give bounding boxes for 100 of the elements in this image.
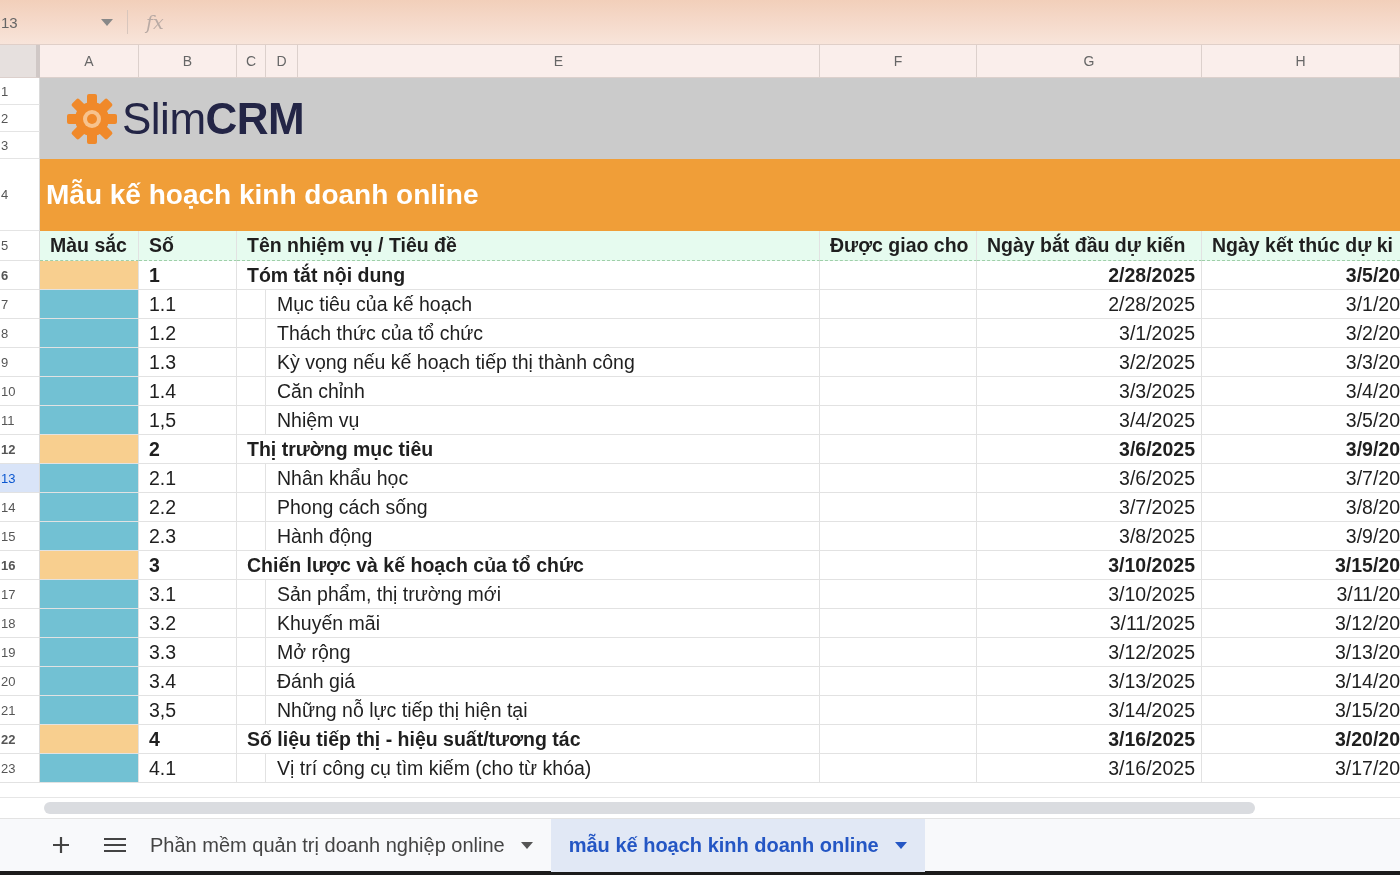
empty-cell	[237, 609, 266, 638]
row-header[interactable]: 12	[0, 435, 40, 464]
table-cell: Thị trường mục tiêu	[237, 435, 820, 464]
caret-icon	[520, 841, 533, 849]
sheet-tab[interactable]: mẫu kế hoạch kinh doanh online	[550, 818, 925, 872]
row-header[interactable]: 5	[0, 231, 40, 261]
table-cell: Khuyến mãi	[266, 609, 820, 638]
empty-cell	[237, 754, 266, 783]
table-cell: Nhiệm vụ	[266, 406, 820, 435]
table-cell: 3/20/20	[1202, 725, 1400, 754]
table-cell: 3/9/20	[1202, 435, 1400, 464]
row-header[interactable]: 10	[0, 377, 40, 406]
plus-icon	[52, 836, 70, 854]
table-cell: 3/16/2025	[977, 754, 1202, 783]
table-cell: 3/11/2025	[977, 609, 1202, 638]
empty-cell	[237, 522, 266, 551]
table-cell: 3/11/20	[1202, 580, 1400, 609]
row-header[interactable]: 15	[0, 522, 40, 551]
row-header[interactable]: 13	[0, 464, 40, 493]
table-cell: 3.2	[139, 609, 237, 638]
table-cell: 3/17/20	[1202, 754, 1400, 783]
row-header[interactable]: 6	[0, 261, 40, 290]
empty-cell	[237, 580, 266, 609]
sheet-title: Mẫu kế hoạch kinh doanh online	[46, 179, 479, 211]
row-header[interactable]: 23	[0, 754, 40, 783]
empty-cell	[237, 696, 266, 725]
table-cell: 3	[139, 551, 237, 580]
row-header[interactable]: 11	[0, 406, 40, 435]
empty-cell	[237, 377, 266, 406]
table-cell: 3/1/2025	[977, 319, 1202, 348]
row-header[interactable]: 17	[0, 580, 40, 609]
table-cell: 2.1	[139, 464, 237, 493]
row-header[interactable]: 9	[0, 348, 40, 377]
header-cell: Được giao cho	[820, 231, 977, 261]
name-box[interactable]: 13	[0, 10, 128, 34]
table-cell: 3,5	[139, 696, 237, 725]
row-header[interactable]: 3	[0, 132, 40, 159]
row-header[interactable]: 21	[0, 696, 40, 725]
menu-icon	[104, 837, 126, 853]
gear-icon	[66, 92, 118, 145]
row-header[interactable]: 19	[0, 638, 40, 667]
header-cell: Ngày kết thúc dự ki	[1202, 231, 1400, 261]
table-cell: 3/2/20	[1202, 319, 1400, 348]
header-cell: Tên nhiệm vụ / Tiêu đề	[237, 231, 820, 261]
table-cell: 3/14/20	[1202, 667, 1400, 696]
row-header[interactable]: 1	[0, 78, 40, 105]
sheet-tab[interactable]: Phần mềm quản trị doanh nghiệp online	[132, 818, 551, 872]
row-header[interactable]: 16	[0, 551, 40, 580]
empty-cell	[237, 348, 266, 377]
table-cell: 2	[139, 435, 237, 464]
table-cell: 4.1	[139, 754, 237, 783]
row-header[interactable]: 22	[0, 725, 40, 754]
table-cell: 3/13/20	[1202, 638, 1400, 667]
table-cell: 3/7/2025	[977, 493, 1202, 522]
table-cell: 3/13/2025	[977, 667, 1202, 696]
table-cell: 2/28/2025	[977, 261, 1202, 290]
table-cell: 3/4/2025	[977, 406, 1202, 435]
table-cell: 3/15/20	[1202, 551, 1400, 580]
empty-cell	[237, 464, 266, 493]
table-cell: 2/28/2025	[977, 290, 1202, 319]
table-cell: 1.1	[139, 290, 237, 319]
table-cell: 3/14/2025	[977, 696, 1202, 725]
table-cell: 3.1	[139, 580, 237, 609]
table-cell: 3/16/2025	[977, 725, 1202, 754]
row-header[interactable]: 14	[0, 493, 40, 522]
table-cell: Mục tiêu của kế hoạch	[266, 290, 820, 319]
table-cell: 3.3	[139, 638, 237, 667]
table-cell: Vị trí công cụ tìm kiếm (cho từ khóa)	[266, 754, 820, 783]
empty-cell	[237, 493, 266, 522]
row-header[interactable]: 8	[0, 319, 40, 348]
table-cell: 3/6/2025	[977, 464, 1202, 493]
table-cell: 3/8/20	[1202, 493, 1400, 522]
table-cell: Chiến lược và kế hoạch của tổ chức	[237, 551, 820, 580]
row-header[interactable]: 20	[0, 667, 40, 696]
empty-cell	[237, 290, 266, 319]
scrollbar-thumb[interactable]	[44, 802, 1255, 814]
table-cell: Mở rộng	[266, 638, 820, 667]
table-cell: 3/9/20	[1202, 522, 1400, 551]
caret-icon	[101, 18, 113, 26]
table-cell: 3/12/2025	[977, 638, 1202, 667]
row-header[interactable]: 4	[0, 159, 40, 231]
table-cell: Số liệu tiếp thị - hiệu suất/tương tác	[237, 725, 820, 754]
table-cell: 3/5/20	[1202, 261, 1400, 290]
caret-icon	[894, 841, 907, 849]
header-cell: Ngày bắt đầu dự kiến	[977, 231, 1202, 261]
row-header[interactable]: 7	[0, 290, 40, 319]
table-cell: Những nỗ lực tiếp thị hiện tại	[266, 696, 820, 725]
table-cell: 2.2	[139, 493, 237, 522]
row-header[interactable]: 18	[0, 609, 40, 638]
formula-label: fx	[146, 11, 164, 33]
table-cell: 3/10/2025	[977, 551, 1202, 580]
table-cell: 3/3/2025	[977, 377, 1202, 406]
table-cell: 3/15/20	[1202, 696, 1400, 725]
table-cell: 3/5/20	[1202, 406, 1400, 435]
row-header[interactable]: 2	[0, 105, 40, 132]
empty-cell	[237, 667, 266, 696]
table-cell: 3/2/2025	[977, 348, 1202, 377]
table-cell: 3/10/2025	[977, 580, 1202, 609]
table-cell: Hành động	[266, 522, 820, 551]
logo-text: SlimCRM	[122, 93, 305, 144]
